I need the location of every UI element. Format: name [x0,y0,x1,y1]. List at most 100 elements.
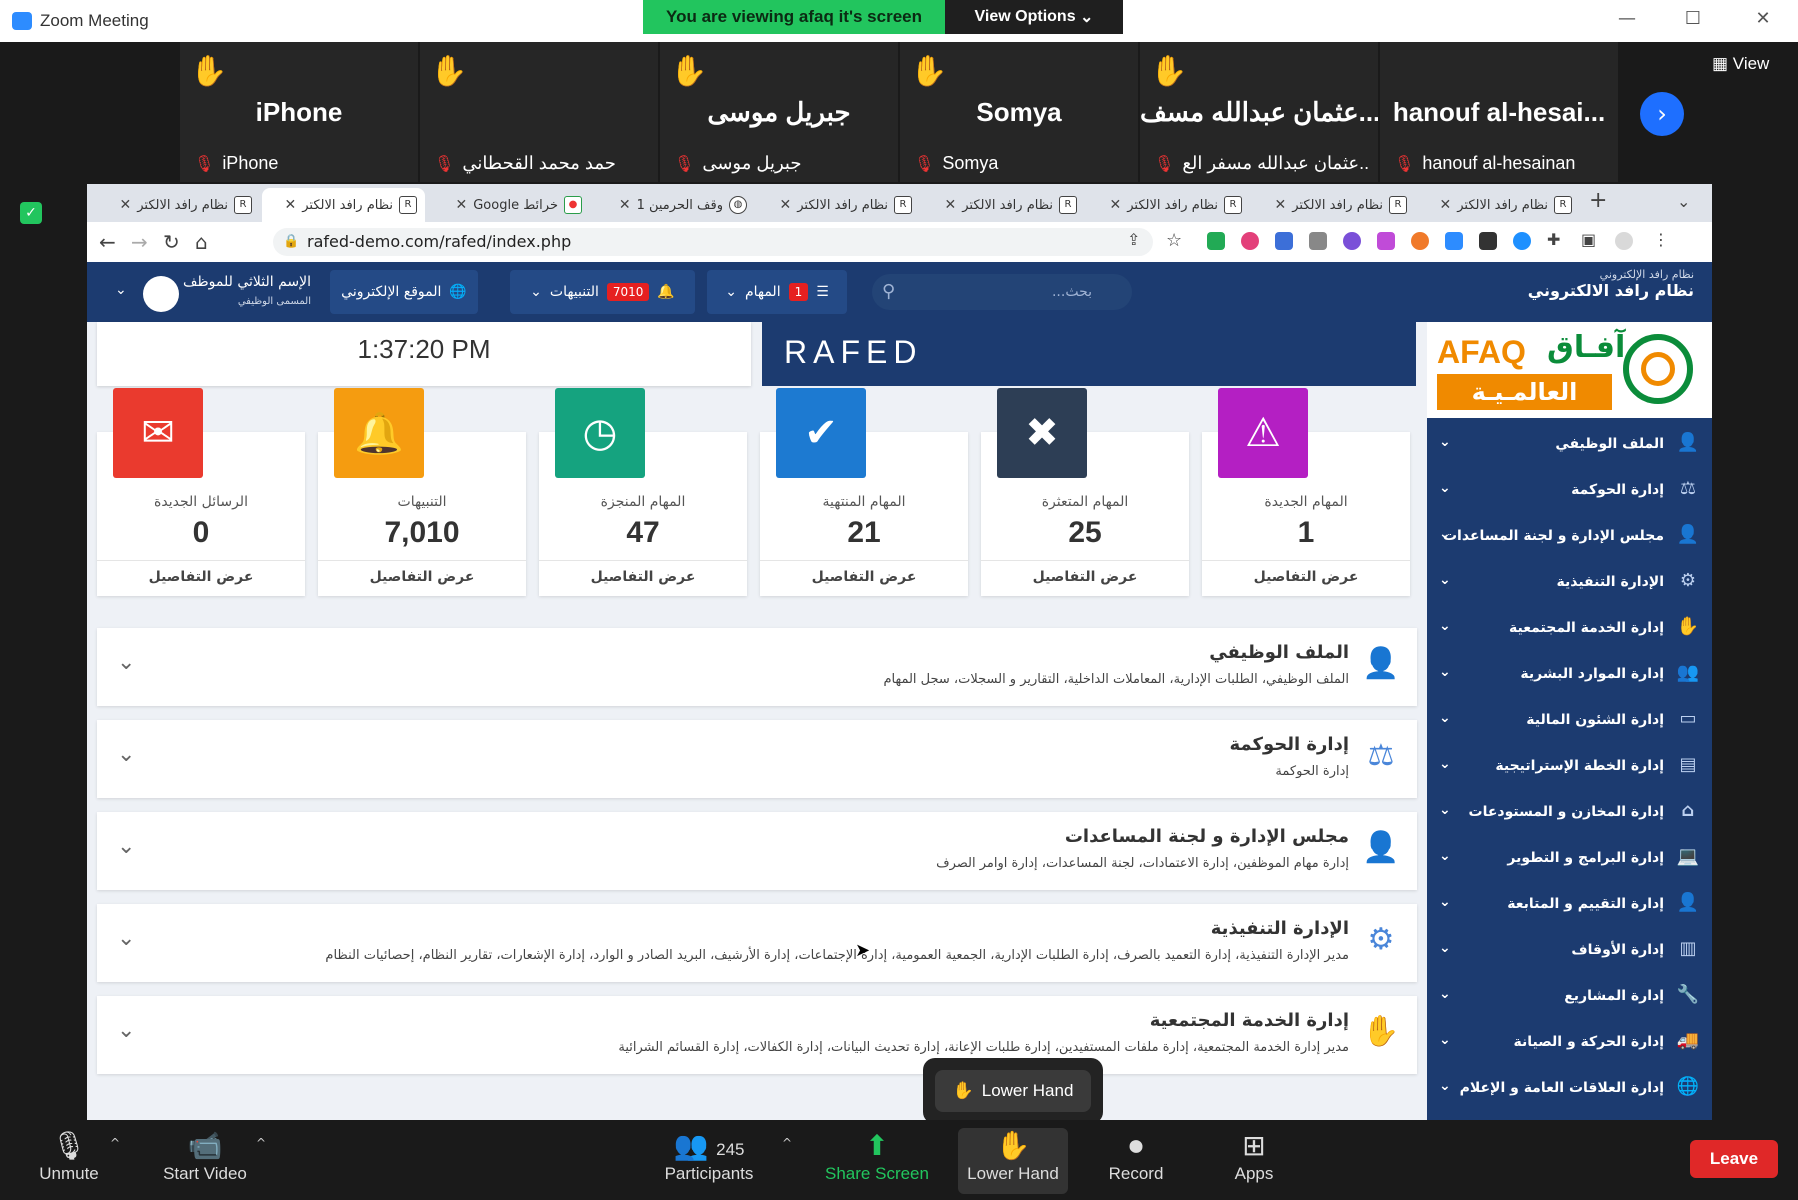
back-icon[interactable]: ← [99,230,116,254]
star-icon[interactable]: ☆ [1166,230,1182,251]
tab-close-icon[interactable]: ✕ [945,197,957,213]
sidebar-item[interactable]: 🌐 إدارة العلاقات العامة و الإعلام ⌄ [1427,1066,1712,1112]
tab-close-icon[interactable]: ✕ [619,197,631,213]
tab-close-icon[interactable]: ✕ [1275,197,1287,213]
sidebar-item[interactable]: 🚚 إدارة الحركة و الصيانة ⌄ [1427,1020,1712,1066]
extension-icon[interactable] [1343,232,1361,250]
participant-tile[interactable]: ✋ عثمان عبدالله مسف... 🎙 عثمان عبدالله مس… [1140,42,1378,182]
share-icon[interactable]: ⇪ [1127,230,1140,249]
sidebar-item[interactable]: 💻 إدارة البرامج و التطوير ⌄ [1427,836,1712,882]
sidebar-item[interactable]: ▤ إدارة الخطة الإستراتيجية ⌄ [1427,744,1712,790]
section-accordion[interactable]: ⚙ الإدارة التنفيذية مدير الإدارة التنفيذ… [97,904,1417,982]
browser-tab[interactable]: R نظام رافد الالكتر ✕ [757,188,920,222]
minimize-icon[interactable]: — [1612,8,1642,29]
sidepanel-icon[interactable]: ▣ [1581,230,1596,249]
view-details-link[interactable]: عرض التفاصيل [760,560,968,597]
tab-close-icon[interactable]: ✕ [1110,197,1122,213]
view-options-button[interactable]: View Options ⌄ [945,0,1123,34]
section-accordion[interactable]: ⚖ إدارة الحوكمة إدارة الحوكمة ⌄ [97,720,1417,798]
participants-button[interactable]: 👥 245 Participants [654,1128,764,1194]
user-menu[interactable]: ⌄ الإسم الثلاثي للموظف المسمى الوظيفي [115,270,311,314]
home-icon[interactable]: ⌂ [195,230,208,254]
section-accordion[interactable]: ✋ إدارة الخدمة المجتمعية مدير إدارة الخد… [97,996,1417,1074]
qr-extension-icon[interactable] [1479,232,1497,250]
sidebar-item[interactable]: 👤 مجلس الإدارة و لجنة المساعدات ⌄ [1427,514,1712,560]
browser-tab[interactable]: ◍ وقف الحرمين 1 ✕ [592,188,755,222]
tab-search-chevron-icon[interactable]: ⌄ [1677,192,1690,211]
participants-chevron-icon[interactable]: ^ [782,1136,792,1150]
sidebar-item[interactable]: ▭ إدارة الشئون المالية ⌄ [1427,698,1712,744]
chevron-down-icon[interactable]: ⌄ [117,1018,135,1043]
extension-icon[interactable] [1411,232,1429,250]
share-screen-button[interactable]: ⬆ Share Screen [822,1128,932,1194]
new-tab-icon[interactable]: + [1589,188,1607,213]
chevron-down-icon[interactable]: ⌄ [117,742,135,767]
url-bar[interactable]: 🔒 rafed-demo.com/rafed/index.php [273,228,1153,256]
tasks-menu[interactable]: ☰ 1 المهام ⌄ [707,270,847,314]
lower-hand-popup-button[interactable]: ✋ Lower Hand [935,1070,1091,1112]
alerts-menu[interactable]: 🔔 7010 التنبيهات ⌄ [510,270,695,314]
reload-icon[interactable]: ↻ [163,230,180,254]
browser-tab-active[interactable]: R نظام رافد الالكتر ✕ [262,188,425,222]
apps-button[interactable]: ⊞ Apps [1199,1128,1309,1194]
website-link[interactable]: 🌐 الموقع الإلكتروني [330,270,478,314]
participant-tile[interactable]: ✋ جبريل موسى 🎙 جبريل موسى [660,42,898,182]
lower-hand-button[interactable]: ✋ Lower Hand [958,1128,1068,1194]
view-button[interactable]: ▦ View [1712,54,1769,74]
browser-tab[interactable]: R نظام رافد الالكتر ✕ [1252,188,1415,222]
sidebar-item[interactable]: 🔧 إدارة المشاريع ⌄ [1427,974,1712,1020]
browser-tab[interactable]: R نظام رافد الالكتر ✕ [1087,188,1250,222]
maximize-icon[interactable]: ☐ [1678,8,1708,29]
browser-tab[interactable]: R نظام رافد الالكتر ✕ [1417,188,1580,222]
view-details-link[interactable]: عرض التفاصيل [97,560,305,597]
pen-extension-icon[interactable] [1377,232,1395,250]
kebab-menu-icon[interactable]: ⋮ [1653,230,1669,249]
sidebar-item[interactable]: ⚙ الإدارة التنفيذية ⌄ [1427,560,1712,606]
next-participants-button[interactable]: › [1640,92,1684,136]
browser-tab[interactable]: ● خرائط Google ✕ [427,188,590,222]
sidebar-item[interactable]: ▥ إدارة الأوقاف ⌄ [1427,928,1712,974]
tab-close-icon[interactable]: ✕ [285,197,297,213]
sidebar-item[interactable]: ✋ إدارة الخدمة المجتمعية ⌄ [1427,606,1712,652]
zoom-extension-icon[interactable] [1445,232,1463,250]
audio-options-chevron-icon[interactable]: ^ [110,1136,120,1150]
start-video-button[interactable]: 📹 Start Video [150,1128,260,1194]
close-icon[interactable]: ✕ [1748,8,1778,29]
extension-icon[interactable] [1207,232,1225,250]
sidebar-item[interactable]: 👤 إدارة التقييم و المتابعة ⌄ [1427,882,1712,928]
chevron-down-icon[interactable]: ⌄ [117,650,135,675]
sidebar-item[interactable]: ⚖ إدارة الحوكمة ⌄ [1427,468,1712,514]
section-accordion[interactable]: 👤 الملف الوظيفي الملف الوظيفي، الطلبات ا… [97,628,1417,706]
extension-icon[interactable] [1275,232,1293,250]
record-button[interactable]: ⏺ Record [1081,1128,1191,1194]
extension-icon[interactable] [1513,232,1531,250]
participant-tile[interactable]: ✋ iPhone 🎙 iPhone [180,42,418,182]
camera-extension-icon[interactable] [1309,232,1327,250]
chevron-down-icon[interactable]: ⌄ [117,834,135,859]
sidebar-item[interactable]: ⌂ إدارة المخازن و المستودعات ⌄ [1427,790,1712,836]
unmute-button[interactable]: 🎙 Unmute [14,1128,124,1194]
section-accordion[interactable]: 👤 مجلس الإدارة و لجنة المساعدات إدارة مه… [97,812,1417,890]
participant-tile[interactable]: ✋ Somya 🎙 Somya [900,42,1138,182]
view-details-link[interactable]: عرض التفاصيل [318,560,526,597]
tab-close-icon[interactable]: ✕ [456,197,468,213]
view-details-link[interactable]: عرض التفاصيل [981,560,1189,597]
sidebar-item[interactable]: 👤 الملف الوظيفي ⌄ [1427,422,1712,468]
security-shield-icon[interactable]: ✓ [20,202,42,224]
leave-button[interactable]: Leave [1690,1140,1778,1178]
participant-tile[interactable]: ✋ 🎙 حمد محمد القحطاني [420,42,658,182]
sidebar-item[interactable]: 👥 إدارة الموارد البشرية ⌄ [1427,652,1712,698]
video-options-chevron-icon[interactable]: ^ [256,1136,266,1150]
tab-close-icon[interactable]: ✕ [120,197,132,213]
participant-tile[interactable]: hanouf al-hesai... 🎙 hanouf al-hesainan [1380,42,1618,182]
tab-close-icon[interactable]: ✕ [780,197,792,213]
extension-icon[interactable] [1241,232,1259,250]
chevron-down-icon[interactable]: ⌄ [117,926,135,951]
view-details-link[interactable]: عرض التفاصيل [1202,560,1410,597]
puzzle-icon[interactable]: ✚ [1547,230,1560,249]
browser-tab[interactable]: R نظام رافد الالكتر ✕ [97,188,260,222]
forward-icon[interactable]: → [131,230,148,254]
tab-close-icon[interactable]: ✕ [1440,197,1452,213]
browser-tab[interactable]: R نظام رافد الالكتر ✕ [922,188,1085,222]
search-input[interactable]: بحث... ⚲ [872,274,1132,310]
